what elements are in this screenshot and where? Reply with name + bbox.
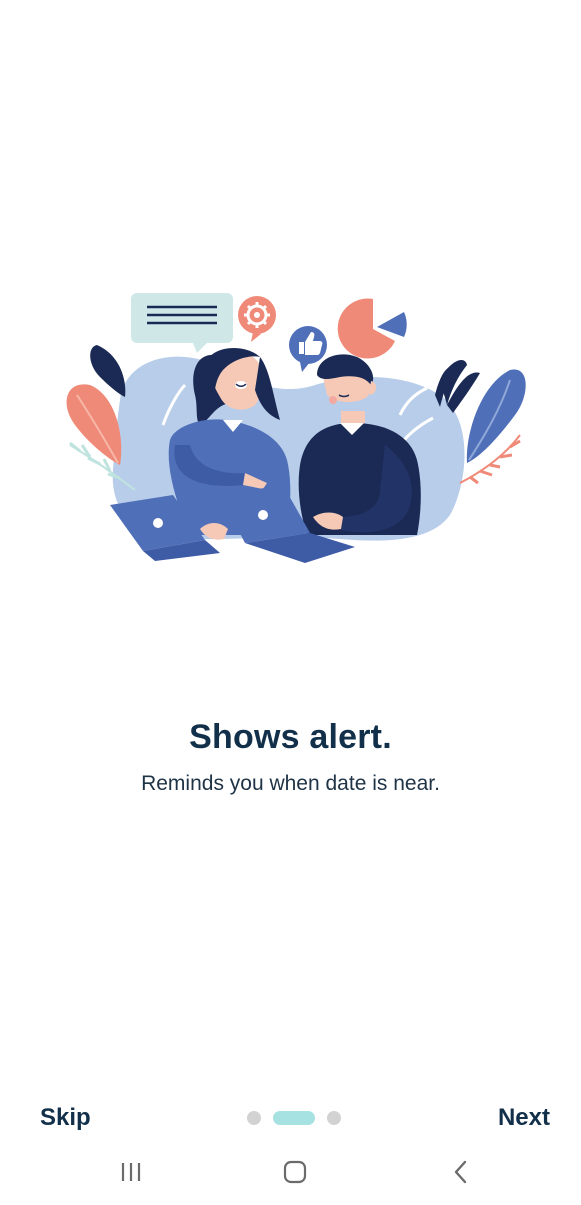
page-indicator bbox=[247, 1111, 341, 1125]
back-icon bbox=[454, 1160, 467, 1184]
page-dot-3[interactable] bbox=[327, 1111, 341, 1125]
onboarding-screen: Shows alert. Reminds you when date is ne… bbox=[0, 0, 581, 1205]
recents-icon bbox=[121, 1163, 141, 1181]
onboarding-illustration bbox=[66, 293, 526, 563]
page-dot-2-active[interactable] bbox=[273, 1111, 315, 1125]
next-button[interactable]: Next bbox=[498, 1104, 550, 1132]
page-dot-1[interactable] bbox=[247, 1111, 261, 1125]
home-icon bbox=[283, 1160, 307, 1184]
skip-button[interactable]: Skip bbox=[40, 1104, 91, 1132]
system-navigation-bar bbox=[0, 1148, 581, 1196]
back-button[interactable] bbox=[446, 1158, 476, 1186]
onboarding-footer: Skip Next bbox=[0, 1096, 581, 1144]
onboarding-title: Shows alert. bbox=[189, 718, 392, 756]
recents-button[interactable] bbox=[116, 1158, 146, 1186]
onboarding-subtitle: Reminds you when date is near. bbox=[141, 772, 440, 795]
home-button[interactable] bbox=[280, 1158, 310, 1186]
